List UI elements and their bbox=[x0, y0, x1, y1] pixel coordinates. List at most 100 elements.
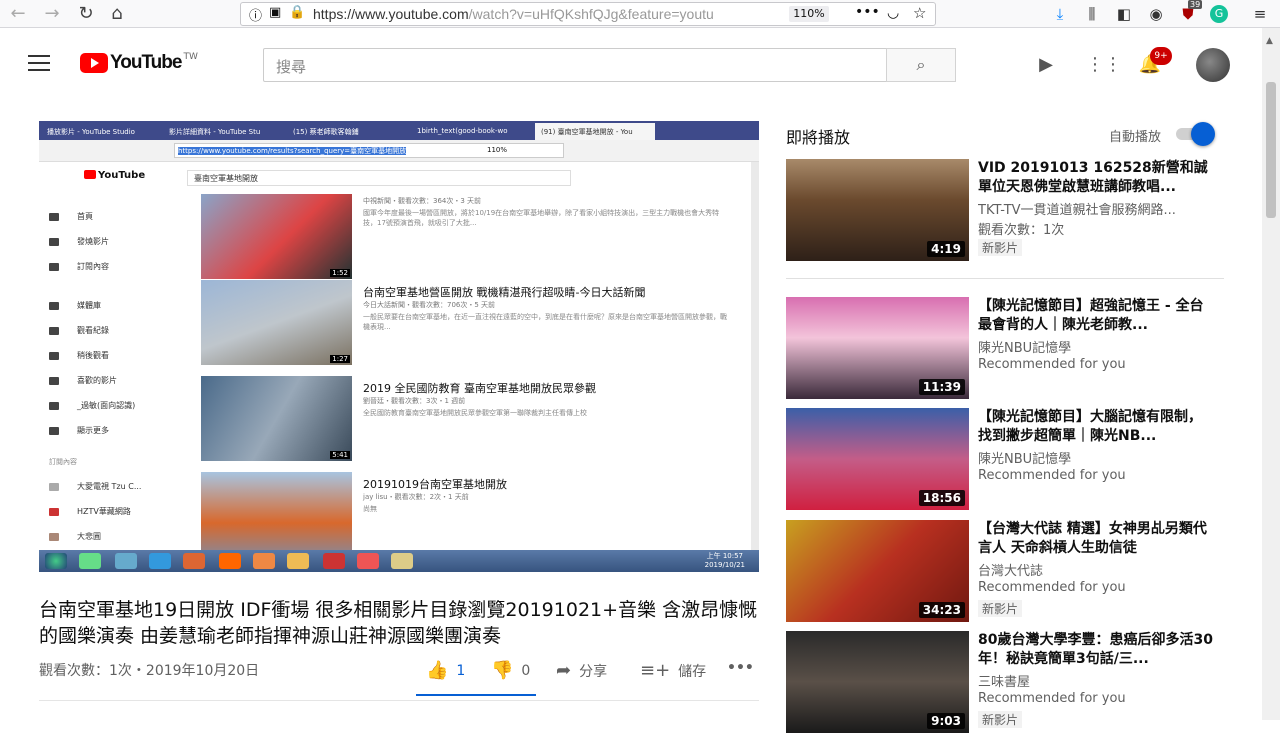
taskbar-app-icon bbox=[115, 553, 137, 569]
new-badge: 新影片 bbox=[978, 239, 1023, 256]
forward-icon[interactable]: → bbox=[42, 4, 62, 24]
apps-grid-icon[interactable]: ⋮⋮ bbox=[1086, 54, 1122, 76]
recorded-meta: jay lisu・觀看次數：2次・1 天前 bbox=[363, 493, 469, 501]
home-icon[interactable]: ⌂ bbox=[107, 4, 127, 24]
recommendation-reason: Recommended for you bbox=[978, 468, 1126, 483]
video-title: 台南空軍基地19日開放 IDF衝場 很多相關影片目錄瀏覽20191021+音樂 … bbox=[39, 599, 758, 647]
browser-toolbar: ← → ↻ ⌂ ⓘ ▣ 🔒 https://www.youtube.com/wa… bbox=[0, 0, 1280, 28]
avatar[interactable] bbox=[1196, 48, 1230, 82]
recorded-desc: 全民國防教育臺南空軍基地開放民眾參觀空軍第一聯隊裁判主任看傳上校 bbox=[363, 409, 587, 417]
like-count: 1 bbox=[456, 662, 466, 679]
view-count: 觀看次數：1次 bbox=[978, 223, 1065, 238]
video-thumbnail[interactable]: 4:19 bbox=[786, 159, 969, 261]
recorded-title: 台南空軍基地營區開放 戰機精湛飛行超吸睛-今日大話新聞 bbox=[363, 286, 646, 299]
like-button[interactable]: 👍 1 bbox=[426, 660, 465, 681]
recorded-zoom: 110% bbox=[487, 146, 508, 154]
download-icon[interactable]: ⤓ bbox=[1050, 4, 1070, 24]
youtube-play-icon bbox=[80, 53, 108, 73]
share-icon: ➦ bbox=[556, 660, 572, 681]
video-thumbnail[interactable]: 34:23 bbox=[786, 520, 969, 622]
recorded-side-item: 顯示更多 bbox=[49, 418, 179, 443]
recorded-page: YouTube 臺南空軍基地開放 首頁 發燒影片 訂閱內容 媒體庫 觀看紀錄 稍… bbox=[39, 162, 751, 557]
page-scrollbar[interactable]: ▲ bbox=[1262, 28, 1280, 720]
recorded-meta: 中視新聞・觀看次數：364次・3 天前 bbox=[363, 197, 482, 205]
youtube-logo[interactable]: YouTube TW bbox=[80, 52, 198, 74]
recorded-result: 1:27 台南空軍基地營區開放 戰機精湛飛行超吸睛-今日大話新聞 今日大話新聞・… bbox=[201, 280, 741, 365]
recorded-desc: 尚無 bbox=[363, 505, 377, 513]
zoom-indicator[interactable]: 110% bbox=[789, 6, 829, 22]
recorded-title: 2019 全民國防教育 臺南空軍基地開放民眾參觀 bbox=[363, 382, 596, 395]
video-title[interactable]: 【陳光記憶節目】超強記憶王 - 全台最會背的人｜陳光老師教... bbox=[978, 297, 1214, 335]
lock-icon: 🔒 bbox=[289, 5, 306, 20]
recorded-url-bar: https://www.youtube.com/results?search_q… bbox=[39, 140, 759, 162]
create-video-icon[interactable]: ▶ bbox=[1034, 54, 1058, 76]
recorded-side-item: 觀看紀錄 bbox=[49, 318, 179, 343]
bookmark-star-icon[interactable]: ☆ bbox=[913, 4, 926, 22]
recommended-video[interactable]: 9:03 80歲台灣大學李豐：患癌后卻多活30年！秘訣竟簡單3句話/三... 三… bbox=[786, 631, 1246, 733]
recorded-desc: 國軍今年度最後一場營區開放，將於10/19在台南空軍基地舉辦，除了看家小組特技演… bbox=[363, 209, 720, 227]
reload-icon[interactable]: ↻ bbox=[76, 4, 96, 24]
autoplay-toggle-knob[interactable] bbox=[1191, 122, 1215, 146]
scroll-up-icon[interactable]: ▲ bbox=[1266, 36, 1273, 46]
recorded-taskbar: 上午 10:57 2019/10/21 bbox=[39, 550, 759, 572]
scroll-thumb[interactable] bbox=[1266, 82, 1276, 218]
url-text[interactable]: https://www.youtube.com/watch?v=uHfQKshf… bbox=[313, 6, 783, 22]
channel-name[interactable]: 台灣大代誌 bbox=[978, 560, 1214, 579]
video-title[interactable]: 【台灣大代誌 精選】女神男乩另類代言人 天命斜槓人生助信徒 bbox=[978, 520, 1214, 558]
ie-icon bbox=[149, 553, 171, 569]
library-icon[interactable]: ⫼ bbox=[1082, 4, 1102, 24]
recorded-duration: 1:52 bbox=[330, 269, 350, 277]
back-icon[interactable]: ← bbox=[8, 4, 28, 24]
video-title[interactable]: 80歲台灣大學李豐：患癌后卻多活30年！秘訣竟簡單3句話/三... bbox=[978, 631, 1214, 669]
guide-menu-icon[interactable] bbox=[28, 55, 50, 71]
menu-icon[interactable]: ≡ bbox=[1250, 4, 1270, 24]
recorded-duration: 1:27 bbox=[330, 355, 350, 363]
recorded-side-item: 媒體庫 bbox=[49, 293, 179, 318]
channel-name[interactable]: 三味書屋 bbox=[978, 671, 1214, 690]
share-button[interactable]: ➦ 分享 bbox=[556, 660, 607, 681]
recorded-desc: 一般民眾要在台南空軍基地，在近一直注視在遠藍的空中，到底是在看什麼呢？原來是台南… bbox=[363, 313, 727, 331]
video-title[interactable]: 【陳光記憶節目】大腦記憶有限制，找到撇步超簡單｜陳光NB... bbox=[978, 408, 1214, 446]
permissions-icon[interactable]: ▣ bbox=[269, 5, 281, 20]
recommended-video[interactable]: 34:23 【台灣大代誌 精選】女神男乩另類代言人 天命斜槓人生助信徒 台灣大代… bbox=[786, 520, 1246, 622]
recommended-video[interactable]: 18:56 【陳光記憶節目】大腦記憶有限制，找到撇步超簡單｜陳光NB... 陳光… bbox=[786, 408, 1246, 510]
recommended-video[interactable]: 11:39 【陳光記憶節目】超強記憶王 - 全台最會背的人｜陳光老師教... 陳… bbox=[786, 297, 1246, 399]
address-bar[interactable]: ⓘ ▣ 🔒 https://www.youtube.com/watch?v=uH… bbox=[240, 2, 936, 26]
channel-name[interactable]: TKT-TV一貫道道親社會服務網路... bbox=[978, 199, 1214, 218]
more-actions-button[interactable]: ••• bbox=[727, 660, 754, 676]
recorded-side-item: 大悲圓 bbox=[49, 524, 179, 549]
recorded-clock: 上午 10:57 2019/10/21 bbox=[704, 552, 745, 569]
video-thumbnail[interactable]: 18:56 bbox=[786, 408, 969, 510]
start-orb-icon bbox=[45, 553, 67, 569]
taskbar-app-icon bbox=[253, 553, 275, 569]
pocket-icon[interactable]: ◡ bbox=[887, 5, 899, 21]
info-icon[interactable]: ⓘ bbox=[249, 5, 262, 24]
recorded-side-heading: 訂閱內容 bbox=[49, 457, 77, 466]
search-input[interactable]: 搜尋 bbox=[263, 48, 887, 82]
save-button[interactable]: ≡+ 儲存 bbox=[640, 660, 706, 681]
recorded-side-item: HZTV華藏網路 bbox=[49, 499, 179, 524]
channel-name[interactable]: 陳光NBU記憶學 bbox=[978, 448, 1214, 467]
recorded-meta: 今日大話新聞・觀看次數：706次・5 天前 bbox=[363, 301, 496, 309]
video-player[interactable]: 播放影片 - YouTube Studio 影片詳細資料 - YouTube S… bbox=[39, 121, 759, 572]
video-duration: 9:03 bbox=[927, 713, 965, 729]
logo-text: YouTube bbox=[110, 52, 182, 73]
video-thumbnail[interactable]: 9:03 bbox=[786, 631, 969, 733]
up-next-video[interactable]: 4:19 VID 20191013 162528新營和誠單位天恩佛堂啟慧班講師教… bbox=[786, 159, 1246, 261]
page-actions-icon[interactable]: ••• bbox=[855, 4, 880, 20]
search-button[interactable]: ⌕ bbox=[886, 48, 956, 82]
recorded-side-item: _過敏(面向認識) bbox=[49, 393, 179, 418]
video-thumbnail[interactable]: 11:39 bbox=[786, 297, 969, 399]
account-icon[interactable]: ◉ bbox=[1146, 4, 1166, 24]
grammarly-icon[interactable]: G bbox=[1210, 5, 1228, 23]
channel-name[interactable]: 陳光NBU記憶學 bbox=[978, 337, 1214, 356]
divider bbox=[39, 700, 759, 701]
thumbs-down-icon: 👎 bbox=[491, 660, 514, 681]
recorded-side-item: 喜歡的影片 bbox=[49, 368, 179, 393]
video-title[interactable]: VID 20191013 162528新營和誠單位天恩佛堂啟慧班講師教唱... bbox=[978, 159, 1214, 197]
video-duration: 4:19 bbox=[927, 241, 965, 257]
sidebar-icon[interactable]: ◧ bbox=[1114, 4, 1134, 24]
recorded-thumb bbox=[201, 472, 352, 557]
dislike-button[interactable]: 👎 0 bbox=[491, 660, 530, 681]
recorded-thumb: 1:52 bbox=[201, 194, 352, 279]
